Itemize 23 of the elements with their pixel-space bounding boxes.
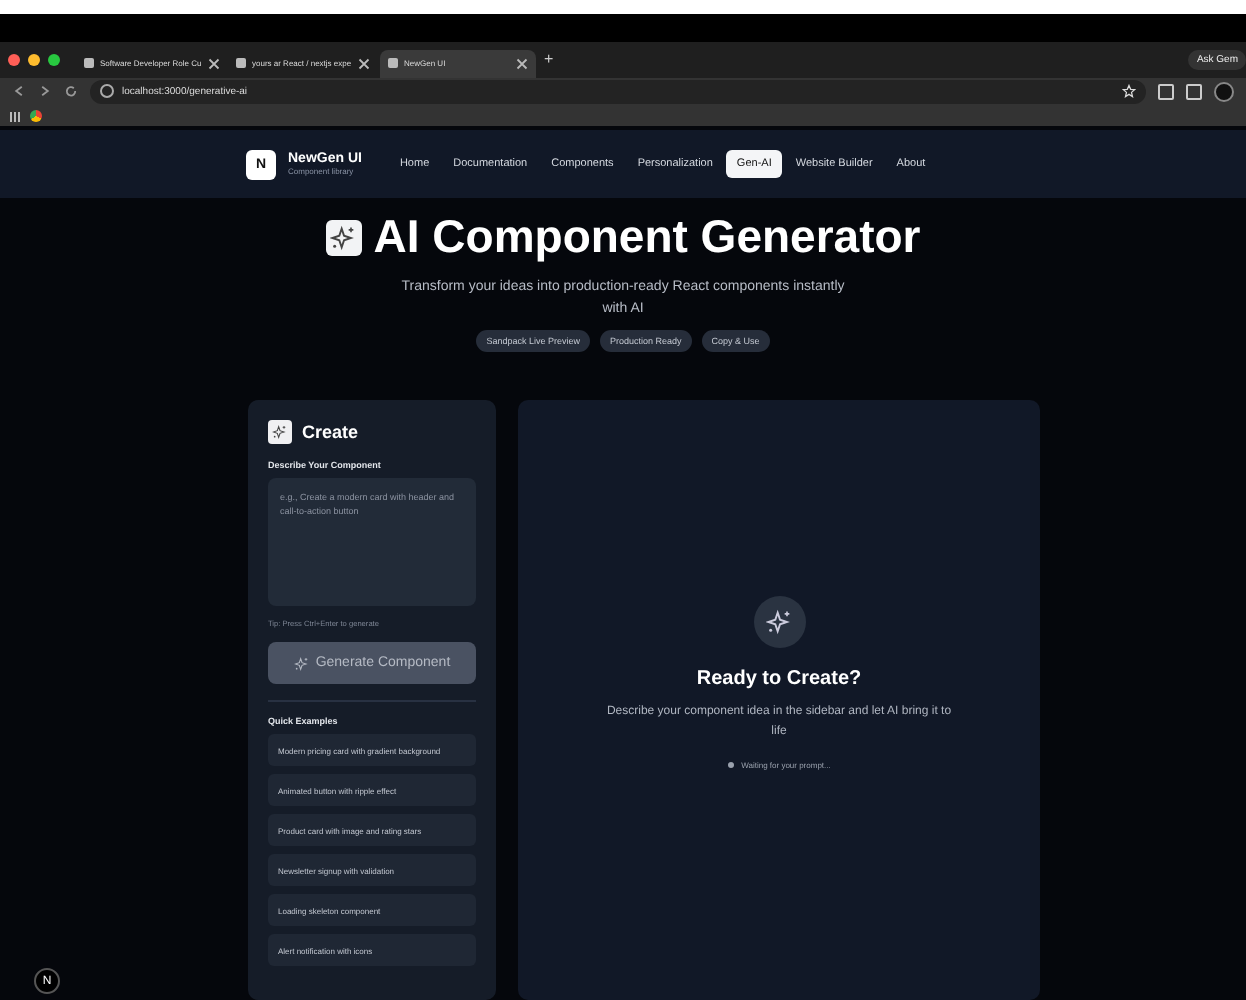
browser-logo-icon[interactable] — [30, 110, 42, 123]
sparkle-icon — [325, 219, 362, 256]
close-icon[interactable] — [516, 57, 528, 70]
favicon-icon — [84, 58, 94, 69]
favicon-icon — [236, 58, 246, 69]
close-icon[interactable] — [207, 57, 220, 70]
close-icon[interactable] — [357, 57, 370, 70]
panel-title: Create — [302, 422, 359, 443]
sparkle-icon — [753, 596, 805, 649]
extension-icon[interactable] — [1158, 83, 1174, 100]
page-title: AI Component Generator — [373, 210, 921, 265]
reload-icon[interactable] — [64, 84, 78, 99]
sparkle-icon — [293, 655, 310, 672]
site-info-icon[interactable] — [100, 84, 114, 99]
profile-icon[interactable] — [1214, 81, 1234, 102]
star-icon[interactable] — [1122, 84, 1136, 99]
favicon-icon — [388, 58, 398, 69]
new-tab-button[interactable]: + — [544, 50, 554, 69]
apps-icon[interactable] — [10, 111, 20, 122]
sparkle-icon — [268, 420, 292, 445]
preview-title: Ready to Create? — [696, 668, 862, 691]
sidebar-icon[interactable] — [1186, 83, 1202, 100]
status-dot-icon — [727, 762, 734, 769]
